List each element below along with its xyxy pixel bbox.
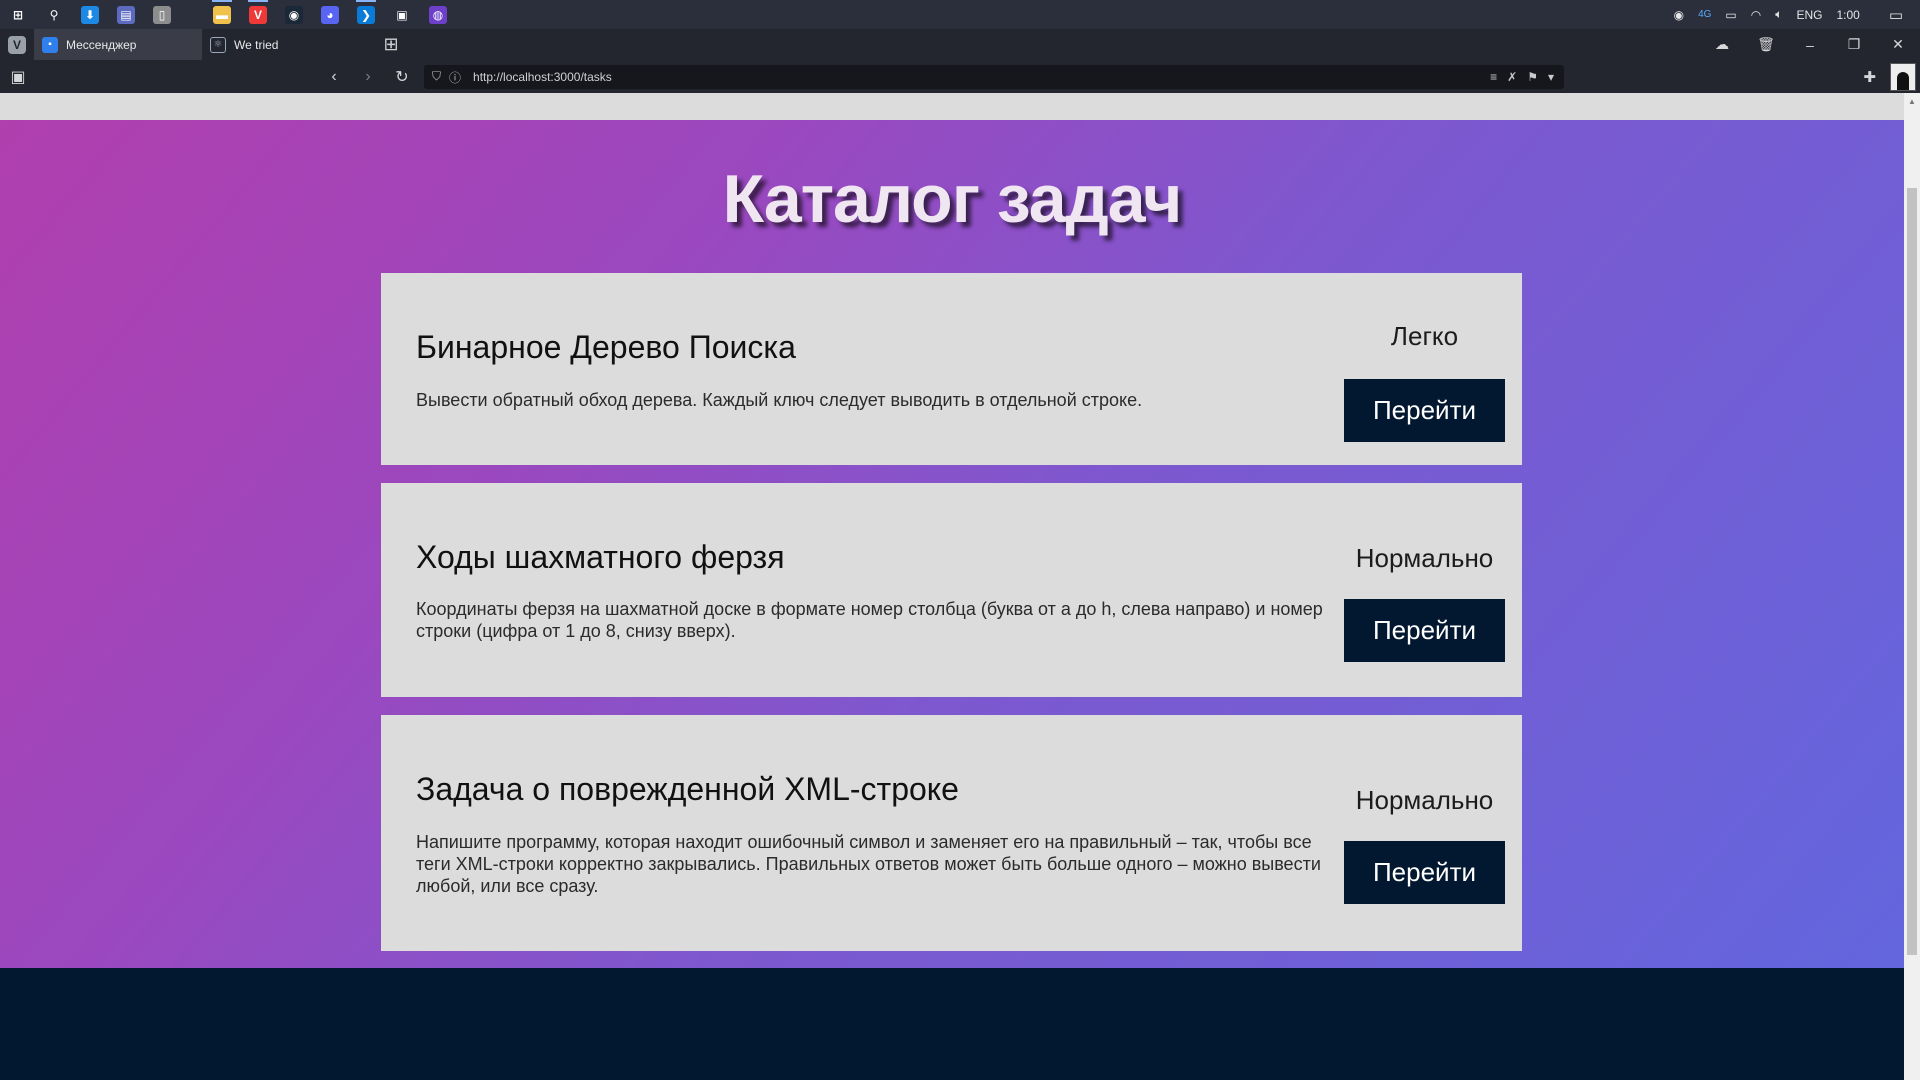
download-icon: ⬇ [81,5,99,24]
page-title: Каталог задач [722,161,1183,237]
page-header-strip [0,93,1904,120]
sidebar-panel-icon: ▣ [10,68,26,86]
url-text: http://localhost:3000/tasks [473,70,612,84]
github-taskbar-button[interactable]: ◍ [420,0,456,29]
twitch-taskbar-button[interactable]: ▣ [384,0,420,29]
reader-view-icon[interactable]: ≡ [1490,70,1497,84]
go-to-task-button[interactable]: Перейти [1344,599,1505,662]
system-tray: ◉ 4G ▭ ◠ 🔈︎ ENG 1:00 ▭ [1667,0,1920,29]
tab-label: Мессенджер [66,37,137,52]
forward-button[interactable]: › [352,60,384,93]
tab-messenger[interactable]: ▪ Мессенджер [34,29,202,60]
page-footer [0,968,1904,1080]
restore-button[interactable]: ❐ [1832,36,1876,53]
address-toolbar: ▣ ‹ › ↻ ⛉ ⓘ http://localhost:3000/tasks … [0,60,1920,93]
panel-toggle-button[interactable]: ▣ [2,60,34,93]
taskbar-pinned-apps: ⊞ ⚲ ⬇ ▤ ▯ ▬ V ◉ ◕ ❯ ▣ ◍ [0,0,456,29]
battery-icon[interactable]: ▭ [1725,8,1736,22]
wifi-icon[interactable]: ◠ [1751,8,1761,22]
notepad-icon: ▤ [117,5,135,24]
react-favicon-icon: ⚛ [210,36,226,53]
discord-taskbar-button[interactable]: ◕ [312,0,348,29]
scrollbar-thumb[interactable] [1907,188,1917,955]
notepad-taskbar-button[interactable]: ▤ [108,0,144,29]
tab-we-tried[interactable]: ⚛ We tried [202,29,370,60]
task-description: Координаты ферзя на шахматной доске в фо… [416,599,1323,641]
vscode-taskbar-button[interactable]: ❯ [348,0,384,29]
bookmark-icon[interactable]: ⚑ [1527,70,1538,84]
language-indicator[interactable]: ENG [1796,8,1822,22]
close-window-button[interactable]: ✕ [1876,36,1920,53]
browser-tab-strip: V ▪ Мессенджер ⚛ We tried ⊞ ☁ 🗑︎ – ❐ ✕ [0,29,1920,60]
task-difficulty: Нормально [1355,543,1494,573]
go-to-task-button[interactable]: Перейти [1344,841,1505,904]
chevron-right-icon: › [365,67,371,85]
task-card: Задача о поврежденной XML-строке Напишит… [381,715,1522,951]
trash-icon[interactable]: 🗑︎ [1744,36,1788,53]
extensions-puzzle-icon[interactable]: ✚ [1863,68,1876,86]
task-card: Бинарное Дерево Поиска Вывести обратный … [381,273,1522,465]
chevron-left-icon: ‹ [331,67,337,85]
task-title: Задача о поврежденной XML-строке [416,771,959,807]
vivaldi-taskbar-button[interactable]: V [240,0,276,29]
go-to-task-button[interactable]: Перейти [1344,379,1505,442]
back-button[interactable]: ‹ [318,60,350,93]
search-icon: ⚲ [45,5,63,24]
steam-icon: ◉ [285,5,303,24]
steam-taskbar-button[interactable]: ◉ [276,0,312,29]
profile-avatar[interactable] [1890,62,1916,91]
minimize-button[interactable]: – [1788,37,1832,53]
windows-taskbar: ⊞ ⚲ ⬇ ▤ ▯ ▬ V ◉ ◕ ❯ ▣ ◍ ◉ 4G ▭ ◠ 🔈︎ ENG 1:00 ▭ [0,0,1920,29]
vertical-scrollbar[interactable]: ▲ [1904,93,1920,1080]
document-taskbar-button[interactable]: ▯ [144,0,180,29]
messenger-favicon-icon: ▪ [42,36,58,53]
task-catalog-section: Каталог задач Бинарное Дерево Поиска Выв… [0,120,1904,968]
vivaldi-logo-icon: V [8,35,26,54]
vivaldi-icon: V [249,5,267,24]
github-icon: ◍ [429,5,447,24]
shield-icon[interactable]: ⛉ [432,69,441,86]
notifications-icon[interactable]: ▭ [1889,6,1903,24]
clock[interactable]: 1:00 [1836,8,1859,22]
reload-icon: ↻ [395,68,409,86]
plus-icon: ⊞ [383,34,399,54]
scroll-up-arrow-icon[interactable]: ▲ [1904,93,1920,109]
tab-label: We tried [234,37,279,52]
sync-cloud-icon[interactable]: ☁ [1700,36,1744,53]
page-viewport: Каталог задач Бинарное Дерево Поиска Выв… [0,93,1904,1080]
translate-icon[interactable]: ✗ [1507,70,1517,84]
windows-start-icon: ⊞ [9,5,27,24]
task-difficulty: Легко [1390,321,1459,351]
volume-icon[interactable]: 🔈︎ [1775,7,1782,22]
reload-button[interactable]: ↻ [386,60,418,93]
windows-start-taskbar-button[interactable]: ⊞ [0,0,36,29]
task-description: Вывести обратный обход дерева. Каждый кл… [416,390,1143,410]
task-title: Бинарное Дерево Поиска [416,329,796,365]
task-description: Напишите программу, которая находит ошиб… [416,832,1321,896]
search-taskbar-button[interactable]: ⚲ [36,0,72,29]
avatar-figure-icon [1897,71,1909,90]
vscode-icon: ❯ [357,5,375,24]
file-explorer-icon: ▬ [213,5,231,24]
site-info-icon[interactable]: ⓘ [449,69,461,86]
mobile-network-icon[interactable]: 4G [1698,9,1711,20]
new-tab-button[interactable]: ⊞ [376,29,406,60]
steam-tray-icon[interactable]: ◉ [1674,8,1684,22]
twitch-icon: ▣ [393,5,411,24]
task-card: Ходы шахматного ферзя Координаты ферзя н… [381,483,1522,697]
discord-icon: ◕ [321,5,339,24]
download-taskbar-button[interactable]: ⬇ [72,0,108,29]
vivaldi-menu-button[interactable]: V [0,29,34,60]
dropdown-arrow-icon[interactable]: ▾ [1548,70,1554,84]
document-icon: ▯ [153,5,171,24]
url-field[interactable]: ⛉ ⓘ http://localhost:3000/tasks ≡ ✗ ⚑ ▾ [424,65,1564,89]
task-title: Ходы шахматного ферзя [416,539,785,575]
task-difficulty: Нормально [1355,785,1494,815]
file-explorer-taskbar-button[interactable]: ▬ [204,0,240,29]
